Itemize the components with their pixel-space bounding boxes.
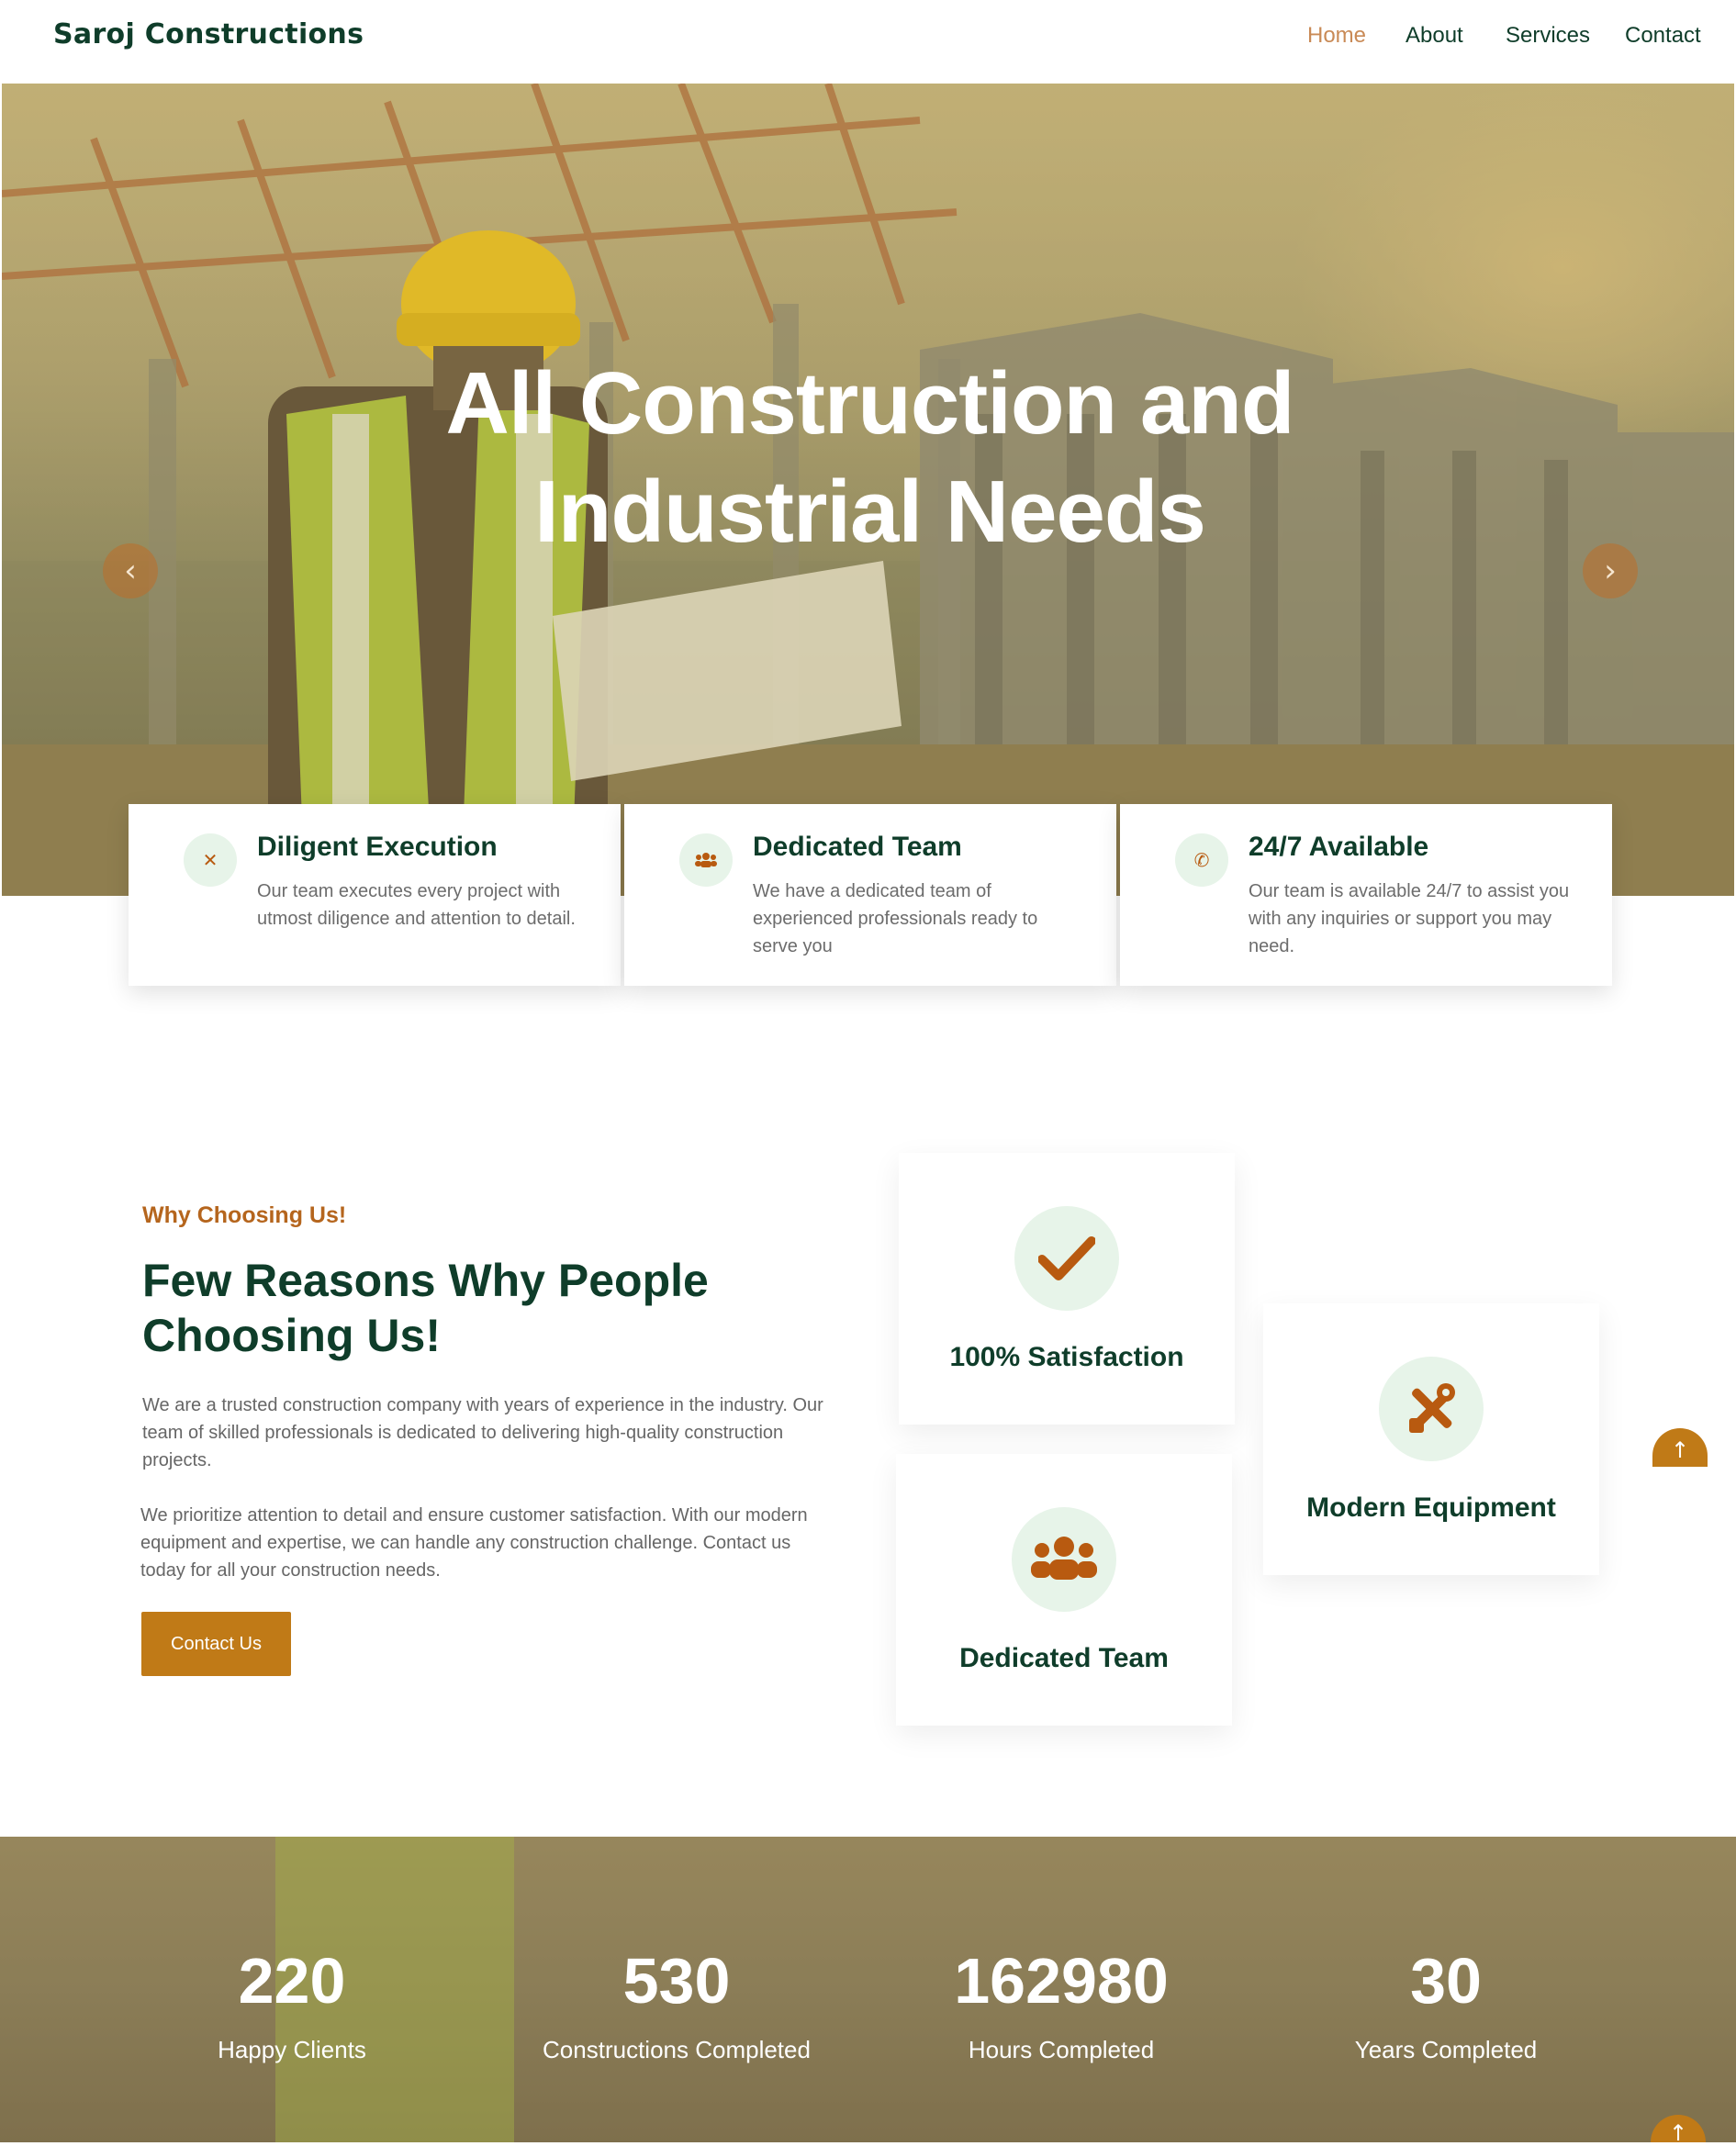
section-eyebrow: Why Choosing Us! — [142, 1202, 347, 1228]
stat-label: Hours Completed — [968, 2036, 1155, 2063]
feature-title: Diligent Execution — [257, 832, 498, 862]
feature-text: We have a dedicated team of experienced … — [753, 881, 1038, 956]
reason-label: Dedicated Team — [959, 1643, 1169, 1673]
nav-link-about[interactable]: About — [1406, 23, 1463, 49]
stat-label: Happy Clients — [218, 2036, 366, 2063]
hero-carousel: All Construction and Industrial Needs ‹ … — [2, 84, 1734, 896]
feature-card-available: ✆ 24/7 Available Our team is available 2… — [1120, 804, 1612, 986]
stat-value: 30 — [1410, 1945, 1482, 2017]
users-icon — [679, 833, 733, 887]
tools-icon — [1379, 1357, 1484, 1461]
carousel-next-button[interactable]: › — [1583, 543, 1638, 598]
top-navbar: Saroj Constructions Home About Services … — [0, 0, 1736, 84]
brand-logo[interactable]: Saroj Constructions — [53, 18, 364, 50]
section-title: Few Reasons Why People Choosing Us! — [142, 1255, 709, 1361]
nav-link-services[interactable]: Services — [1506, 23, 1590, 49]
hero-heading-line1: All Construction and — [445, 354, 1295, 453]
feature-title: Dedicated Team — [753, 832, 962, 862]
check-icon — [1014, 1206, 1119, 1311]
feature-text: Our team executes every project with utm… — [257, 881, 576, 929]
stat-value: 220 — [238, 1945, 346, 2017]
chevron-right-icon: › — [1604, 553, 1617, 589]
reason-label: 100% Satisfaction — [949, 1342, 1184, 1372]
close-icon: ✕ — [184, 833, 237, 887]
stat-value: 162980 — [954, 1945, 1169, 2017]
contact-us-button[interactable]: Contact Us — [141, 1612, 291, 1676]
reason-card-equipment: Modern Equipment — [1263, 1303, 1599, 1575]
section-paragraph-2: We prioritize attention to detail and en… — [140, 1505, 808, 1581]
hero-heading-line2: Industrial Needs — [534, 463, 1206, 561]
reason-label: Modern Equipment — [1306, 1492, 1556, 1523]
stat-label: Years Completed — [1354, 2036, 1538, 2063]
arrow-up-icon: ↑ — [1670, 1437, 1690, 1463]
phone-icon: ✆ — [1175, 833, 1228, 887]
stat-value: 530 — [622, 1945, 731, 2017]
chevron-left-icon: ‹ — [124, 553, 137, 589]
feature-cards: ✕ Diligent Execution Our team executes e… — [129, 804, 1613, 988]
carousel-prev-button[interactable]: ‹ — [103, 543, 158, 598]
reason-card-satisfaction: 100% Satisfaction — [899, 1153, 1235, 1425]
hero-heading: All Construction and Industrial Needs — [2, 350, 1734, 566]
feature-text: Our team is available 24/7 to assist you… — [1249, 881, 1570, 956]
feature-card-diligent: ✕ Diligent Execution Our team executes e… — [129, 804, 621, 986]
section-paragraph-1: We are a trusted construction company wi… — [142, 1395, 823, 1470]
feature-title: 24/7 Available — [1249, 832, 1429, 862]
nav-link-home[interactable]: Home — [1307, 23, 1366, 49]
users-icon — [1012, 1507, 1116, 1612]
nav-link-contact[interactable]: Contact — [1625, 23, 1701, 49]
back-to-top-button[interactable]: ↑ — [1652, 1428, 1708, 1467]
stat-label: Constructions Completed — [543, 2036, 811, 2063]
reason-card-team: Dedicated Team — [896, 1454, 1232, 1726]
feature-card-team: Dedicated Team We have a dedicated team … — [624, 804, 1116, 986]
